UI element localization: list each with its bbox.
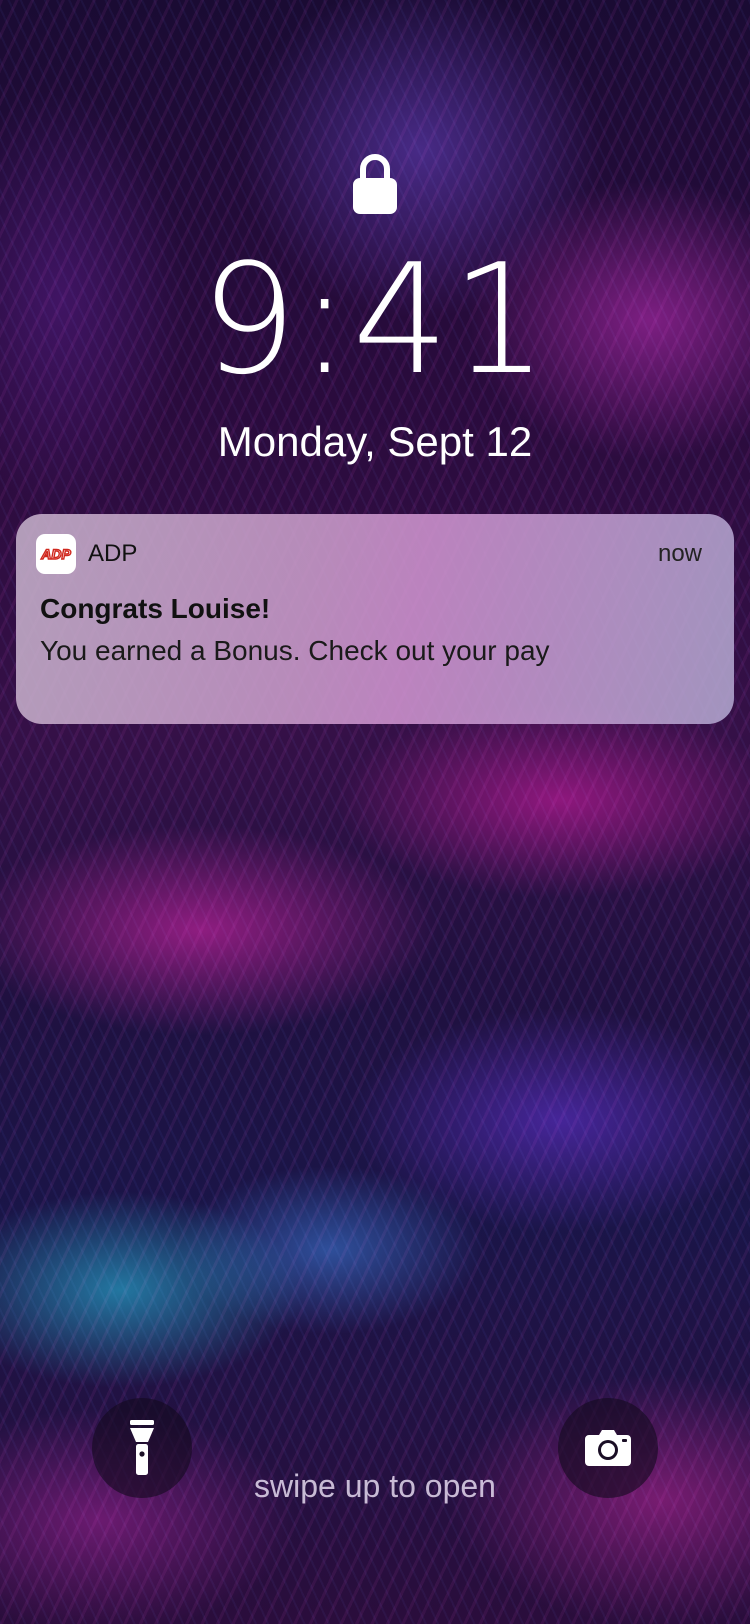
lockscreen-clock: 9:41 [200,231,550,408]
notification-title: Congrats Louise! [40,593,271,624]
svg-text:ADP: ADP [40,546,71,562]
lock-icon [353,154,397,214]
swipe-up-hint: swipe up to open [254,1468,496,1504]
notification-app-name: ADP [88,540,138,567]
notification-body: You earned a Bonus. Check out your pay [40,635,550,666]
lock-screen: 9:41 Monday, Sept 12 ADP ADP now Congrat… [0,0,750,1624]
notification-card[interactable]: ADP ADP now Congrats Louise! You earned … [16,514,734,724]
camera-icon [585,1430,631,1466]
lockscreen-date: Monday, Sept 12 [217,418,533,465]
adp-app-icon: ADP [36,534,76,574]
notification-time: now [657,540,702,567]
adp-logo-icon: ADP [40,545,73,562]
